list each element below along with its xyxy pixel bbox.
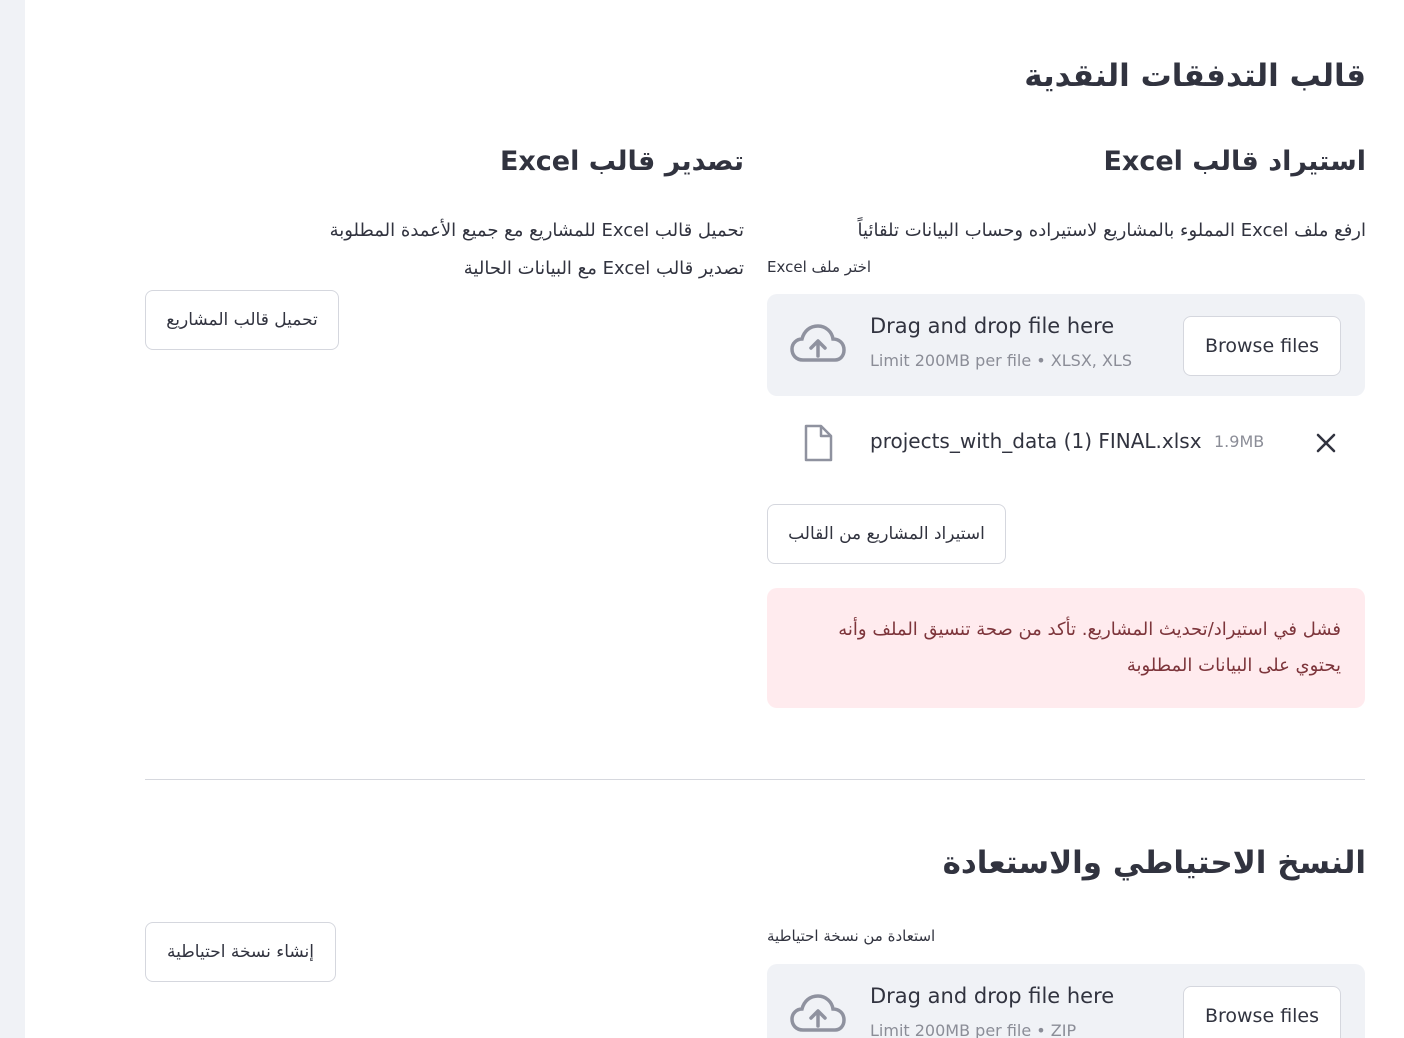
export-heading: تصدير قالب Excel <box>499 146 744 177</box>
browse-files-button[interactable]: Browse files <box>1183 316 1341 376</box>
uploaded-file-name: projects_with_data (1) FINAL.xlsx <box>870 429 1202 453</box>
uploaded-file-size: 1.9MB <box>1214 432 1265 451</box>
close-icon[interactable] <box>1313 430 1339 456</box>
dropzone-title: Drag and drop file here <box>870 314 1115 338</box>
export-line-current-data: تصدير قالب Excel مع البيانات الحالية <box>463 258 744 279</box>
import-heading: استيراد قالب Excel <box>1103 146 1366 177</box>
create-backup-button[interactable]: إنشاء نسخة احتياطية <box>145 922 336 982</box>
left-sidebar-edge <box>0 0 25 1038</box>
cloud-upload-icon <box>790 994 846 1032</box>
download-template-button[interactable]: تحميل قالب المشاريع <box>145 290 339 350</box>
file-icon <box>804 424 833 462</box>
cloud-upload-icon <box>790 324 846 362</box>
import-projects-button[interactable]: استيراد المشاريع من القالب <box>767 504 1006 564</box>
restore-label: استعادة من نسخة احتياطية <box>767 927 936 945</box>
dropzone-limit-text: Limit 200MB per file • XLSX, XLS <box>870 351 1132 370</box>
file-uploader-label: اختر ملف Excel <box>767 258 872 276</box>
import-description: ارفع ملف Excel المملوء بالمشاريع لاستيرا… <box>857 220 1366 241</box>
export-line-download: تحميل قالب Excel للمشاريع مع جميع الأعمد… <box>329 220 744 241</box>
section-divider <box>145 779 1365 780</box>
backup-file-dropzone[interactable]: Drag and drop file here Limit 200MB per … <box>767 964 1365 1038</box>
dropzone-title: Drag and drop file here <box>870 984 1115 1008</box>
excel-file-dropzone[interactable]: Drag and drop file here Limit 200MB per … <box>767 294 1365 396</box>
page-title: قالب التدفقات النقدية <box>1024 58 1366 94</box>
backup-heading: النسخ الاحتياطي والاستعادة <box>942 845 1366 881</box>
error-alert: فشل في استيراد/تحديث المشاريع. تأكد من ص… <box>767 588 1365 708</box>
browse-files-button[interactable]: Browse files <box>1183 986 1341 1038</box>
dropzone-limit-text: Limit 200MB per file • ZIP <box>870 1021 1077 1038</box>
uploaded-file-item: projects_with_data (1) FINAL.xlsx 1.9MB <box>767 412 1365 474</box>
